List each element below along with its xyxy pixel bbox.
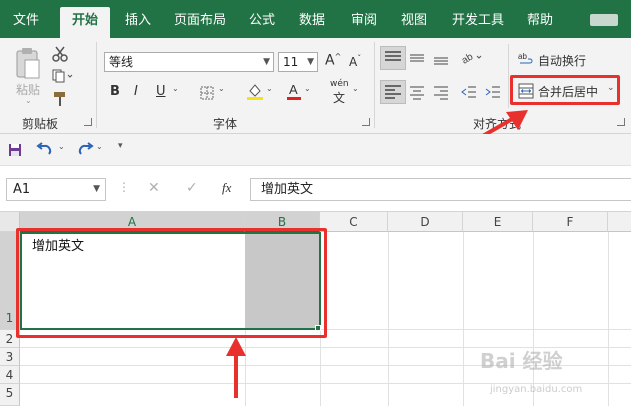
formula-input[interactable]: 增加英文 bbox=[250, 178, 631, 201]
increase-font-icon[interactable]: A^ bbox=[325, 52, 341, 69]
ribbon-separator bbox=[374, 42, 375, 128]
chevron-down-icon[interactable]: ⌄ bbox=[266, 84, 273, 93]
align-top-icon[interactable] bbox=[380, 46, 406, 70]
column-header-f[interactable]: F bbox=[533, 212, 608, 232]
tab-home[interactable]: 开始 bbox=[60, 7, 110, 38]
tab-file[interactable]: 文件 bbox=[6, 7, 46, 38]
chevron-down-icon[interactable]: ▼ bbox=[93, 179, 100, 200]
alignment-launcher-icon[interactable] bbox=[617, 118, 625, 126]
chevron-down-icon: ▼ bbox=[263, 57, 270, 67]
ribbon-separator bbox=[96, 42, 97, 128]
svg-text:A: A bbox=[289, 82, 298, 97]
column-header-c[interactable]: C bbox=[320, 212, 388, 232]
formula-bar-grip-icon: ⋮ bbox=[118, 180, 130, 194]
font-size-combo[interactable]: 11 ▼ bbox=[278, 52, 318, 72]
chevron-down-icon[interactable]: ⌄ bbox=[218, 84, 225, 93]
pinyin-guide-glyph[interactable]: wén bbox=[330, 79, 349, 89]
tab-review[interactable]: 审阅 bbox=[344, 7, 384, 38]
underline-icon[interactable]: U bbox=[156, 84, 166, 99]
align-middle-icon[interactable] bbox=[408, 49, 426, 70]
tab-formulas[interactable]: 公式 bbox=[242, 7, 282, 38]
column-header-e[interactable]: E bbox=[463, 212, 533, 232]
row-header-3[interactable]: 3 bbox=[0, 348, 20, 366]
redo-icon[interactable] bbox=[74, 142, 94, 161]
watermark-url: jingyan.baidu.com bbox=[490, 384, 583, 395]
font-name-combo[interactable]: 等线 ▼ bbox=[104, 52, 274, 72]
align-center-icon[interactable] bbox=[408, 83, 426, 104]
tab-data[interactable]: 数据 bbox=[292, 7, 332, 38]
tab-help[interactable]: 帮助 bbox=[520, 7, 560, 38]
gridline bbox=[533, 232, 534, 406]
ribbon-tab-bar: 文件 开始 插入 页面布局 公式 数据 审阅 视图 开发工具 帮助 bbox=[0, 0, 631, 38]
row-header-5[interactable]: 5 bbox=[0, 384, 20, 406]
chevron-down-icon[interactable]: ⌄ bbox=[304, 84, 311, 93]
annotation-arrow-icon bbox=[226, 337, 246, 398]
gridline bbox=[388, 232, 389, 406]
paste-icon[interactable] bbox=[14, 46, 42, 80]
highlight-box-merge bbox=[510, 75, 620, 105]
column-header-next[interactable] bbox=[608, 212, 631, 232]
italic-icon[interactable]: I bbox=[134, 84, 138, 99]
row-header-4[interactable]: 4 bbox=[0, 366, 20, 384]
font-size-value: 11 bbox=[283, 55, 299, 69]
customize-qat-icon[interactable]: ▾ bbox=[118, 141, 123, 151]
group-clipboard-label: 剪贴板 bbox=[21, 117, 58, 131]
clipboard-launcher-icon[interactable] bbox=[84, 118, 92, 126]
tab-view[interactable]: 视图 bbox=[394, 7, 434, 38]
format-painter-icon[interactable] bbox=[52, 91, 68, 110]
insert-function-icon[interactable]: fx bbox=[222, 180, 231, 196]
increase-indent-icon[interactable] bbox=[484, 83, 502, 104]
confirm-entry-icon[interactable]: ✓ bbox=[186, 180, 198, 196]
tab-page-layout[interactable]: 页面布局 bbox=[168, 7, 232, 38]
gridline bbox=[463, 232, 464, 406]
font-name-value: 等线 bbox=[109, 55, 134, 69]
pinyin-guide-char[interactable]: 文 bbox=[333, 89, 345, 106]
formula-bar: A1 ▼ ⋮ ✕ ✓ fx 增加英文 bbox=[0, 166, 631, 212]
align-right-icon[interactable] bbox=[432, 83, 450, 104]
chevron-down-icon[interactable]: ⌄ bbox=[352, 84, 359, 93]
chevron-down-icon: ▼ bbox=[307, 57, 314, 67]
bold-icon[interactable]: B bbox=[110, 84, 120, 99]
wrap-text-label[interactable]: 自动换行 bbox=[538, 52, 586, 69]
wrap-text-icon[interactable]: ab bbox=[518, 51, 534, 70]
cut-icon[interactable] bbox=[52, 46, 68, 65]
tab-insert[interactable]: 插入 bbox=[118, 7, 158, 38]
undo-icon[interactable] bbox=[36, 142, 56, 161]
tab-developer[interactable]: 开发工具 bbox=[446, 7, 510, 38]
align-bottom-icon[interactable] bbox=[432, 49, 450, 70]
name-box[interactable]: A1 ▼ bbox=[6, 178, 106, 201]
cancel-entry-icon[interactable]: ✕ bbox=[148, 180, 160, 196]
watermark-logo: Bai 经验 bbox=[480, 349, 563, 373]
decrease-font-icon[interactable]: Aˇ bbox=[349, 54, 361, 69]
decrease-indent-icon[interactable] bbox=[460, 83, 478, 104]
svg-text:ab: ab bbox=[518, 52, 527, 61]
name-box-value: A1 bbox=[13, 182, 31, 197]
account-avatar[interactable] bbox=[590, 14, 618, 26]
highlight-box-cells bbox=[16, 228, 327, 338]
chevron-down-icon[interactable]: ⌄ bbox=[58, 142, 65, 151]
group-font-label: 字体 bbox=[212, 117, 237, 131]
column-header-d[interactable]: D bbox=[388, 212, 463, 232]
copy-icon[interactable] bbox=[52, 69, 74, 86]
borders-icon[interactable] bbox=[200, 86, 214, 103]
font-launcher-icon[interactable] bbox=[362, 118, 370, 126]
save-icon[interactable] bbox=[8, 143, 22, 160]
fill-color-icon[interactable] bbox=[246, 82, 264, 103]
align-left-icon[interactable] bbox=[380, 80, 406, 104]
quick-access-toolbar: ⌄ ⌄ ▾ bbox=[0, 134, 631, 166]
orientation-icon[interactable]: ab bbox=[460, 48, 484, 69]
paste-dropdown-icon[interactable]: ⌄ bbox=[25, 96, 32, 105]
chevron-down-icon[interactable]: ⌄ bbox=[172, 84, 179, 93]
gridline bbox=[608, 232, 609, 406]
chevron-down-icon[interactable]: ⌄ bbox=[96, 142, 103, 151]
font-color-icon[interactable]: A bbox=[286, 82, 302, 103]
svg-text:ab: ab bbox=[460, 51, 475, 66]
ribbon-separator bbox=[508, 44, 509, 108]
